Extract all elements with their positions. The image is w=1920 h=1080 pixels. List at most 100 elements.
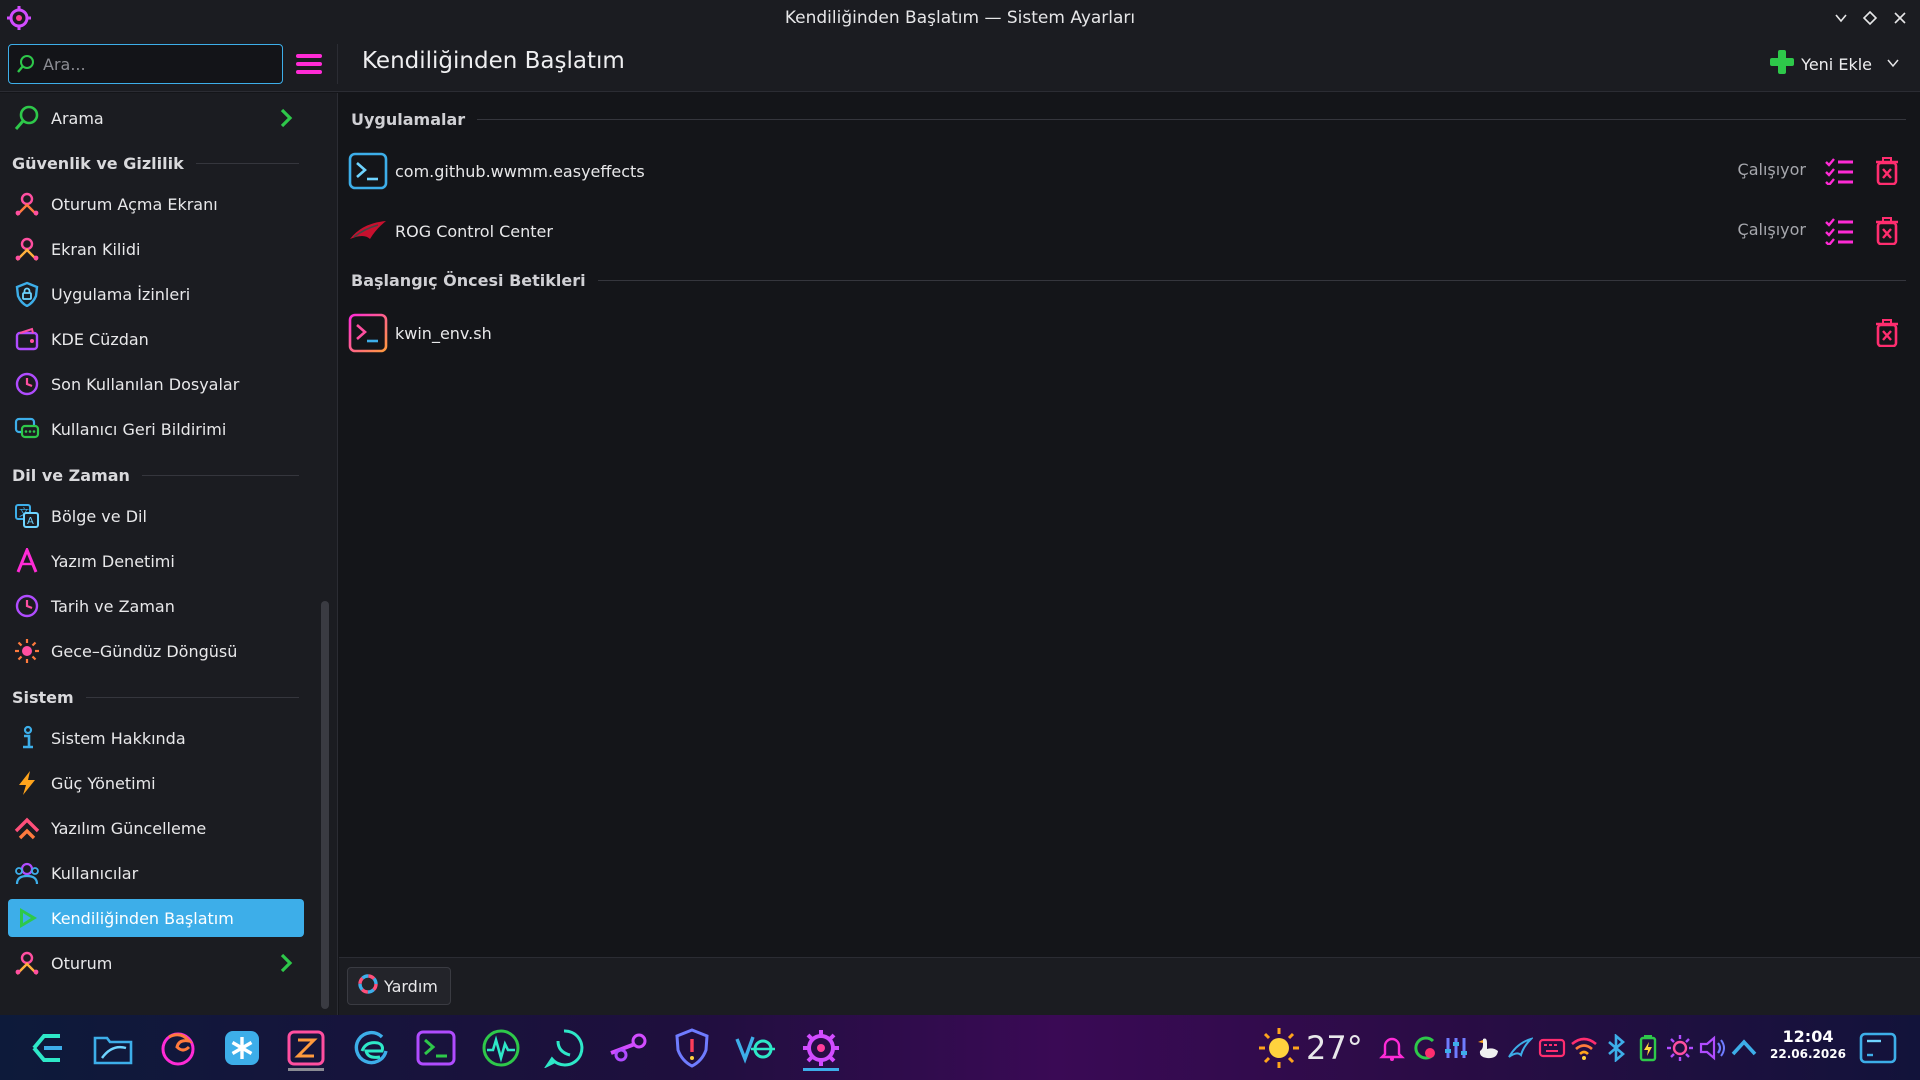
edge-browser-icon[interactable] xyxy=(347,1025,395,1071)
vpn-icon[interactable] xyxy=(732,1025,780,1071)
battery-icon[interactable] xyxy=(1632,1031,1664,1065)
help-label: Yardım xyxy=(384,976,438,996)
kde-connect-tray-icon[interactable] xyxy=(1408,1031,1440,1065)
search-input[interactable] xyxy=(43,54,273,74)
script-terminal-icon xyxy=(347,312,389,354)
dolphin-icon[interactable] xyxy=(89,1025,137,1071)
show-desktop-icon[interactable] xyxy=(1858,1029,1898,1067)
kde-connect-icon[interactable] xyxy=(24,1025,72,1071)
spellcheck-a-icon xyxy=(12,546,42,576)
volume-icon[interactable] xyxy=(1696,1031,1728,1065)
header-divider xyxy=(337,44,338,84)
info-icon xyxy=(12,723,42,753)
sidebar-item-kde-wallet[interactable]: KDE Cüzdan xyxy=(8,320,304,358)
properties-list-icon[interactable] xyxy=(1822,155,1856,187)
page-title: Kendiliğinden Başlatım xyxy=(362,48,625,74)
weather-temperature[interactable]: 27° xyxy=(1306,1029,1363,1067)
sidebar-scrollbar[interactable] xyxy=(316,93,338,1015)
clock-date: 22.06.2026 xyxy=(1770,1047,1846,1061)
entry-name: com.github.wwmm.easyeffects xyxy=(395,161,645,181)
search-box[interactable] xyxy=(8,44,283,84)
sidebar-item-app-permissions[interactable]: Uygulama İzinleri xyxy=(8,275,304,313)
audio-mixer-icon[interactable] xyxy=(1440,1031,1472,1065)
sidebar-item-region-language[interactable]: 文A Bölge ve Dil xyxy=(8,497,304,535)
zed-editor-icon[interactable] xyxy=(282,1025,330,1071)
sidebar-item-night-light[interactable]: Gece–Gündüz Döngüsü xyxy=(8,632,304,670)
brightness-icon[interactable] xyxy=(1664,1031,1696,1065)
sidebar-item-recent-files[interactable]: Son Kullanılan Dosyalar xyxy=(8,365,304,403)
entry-name: kwin_env.sh xyxy=(395,323,492,343)
plus-icon xyxy=(1769,49,1795,79)
active-app-indicator xyxy=(803,1068,839,1071)
notification-bell-icon[interactable] xyxy=(1376,1031,1408,1065)
status-label: Çalışıyor xyxy=(1737,160,1806,179)
section-header-language-time: Dil ve Zaman xyxy=(12,463,299,487)
chevron-right-icon xyxy=(280,953,293,973)
screen-lock-icon xyxy=(12,234,42,264)
lifebuoy-icon xyxy=(358,974,378,998)
sidebar-item-session[interactable]: Oturum xyxy=(8,944,304,982)
autostart-entry[interactable]: com.github.wwmm.easyeffects Çalışıyor xyxy=(347,145,1906,197)
sidebar-item-spell-check[interactable]: Yazım Denetimi xyxy=(8,542,304,580)
sidebar-item-date-time[interactable]: Tarih ve Zaman xyxy=(8,587,304,625)
help-button[interactable]: Yardım xyxy=(347,967,451,1005)
clock[interactable]: 12:04 22.06.2026 xyxy=(1768,1027,1848,1062)
sidebar-item-software-update[interactable]: Yazılım Güncelleme xyxy=(8,809,304,847)
sidebar-item-user-feedback[interactable]: Kullanıcı Geri Bildirimi xyxy=(8,410,304,448)
add-new-button[interactable]: Yeni Ekle xyxy=(1769,46,1900,82)
properties-list-icon[interactable] xyxy=(1822,215,1856,247)
terminal-icon xyxy=(347,150,389,192)
update-arrow-icon xyxy=(12,813,42,843)
minimize-icon[interactable] xyxy=(1829,6,1853,30)
goose-icon[interactable] xyxy=(1472,1031,1504,1065)
clock-icon xyxy=(12,591,42,621)
maximize-icon[interactable] xyxy=(1858,6,1882,30)
system-monitor-icon[interactable] xyxy=(477,1025,525,1071)
scrollbar-thumb[interactable] xyxy=(321,601,329,1009)
delete-trash-icon[interactable] xyxy=(1870,155,1904,187)
shield-lock-icon xyxy=(12,279,42,309)
feedback-chat-icon xyxy=(12,414,42,444)
autostart-play-icon xyxy=(12,903,42,933)
delete-trash-icon[interactable] xyxy=(1870,215,1904,247)
chevron-up-icon[interactable] xyxy=(1728,1031,1760,1065)
sidebar-item-search[interactable]: Arama xyxy=(8,99,304,137)
delete-trash-icon[interactable] xyxy=(1870,317,1904,349)
steam-icon[interactable] xyxy=(604,1025,652,1071)
close-icon[interactable] xyxy=(1888,6,1912,30)
footer-bar: Yardım xyxy=(339,957,1920,1015)
sidebar-item-autostart[interactable]: Kendiliğinden Başlatım xyxy=(8,899,304,937)
system-settings-icon[interactable] xyxy=(797,1025,845,1071)
hamburger-menu-icon[interactable] xyxy=(293,48,325,80)
clock-time: 12:04 xyxy=(1782,1027,1834,1046)
header-bar: Kendiliğinden Başlatım Yeni Ekle xyxy=(0,36,1920,92)
sidebar-item-about-system[interactable]: Sistem Hakkında xyxy=(8,719,304,757)
kde-asterisk-icon[interactable] xyxy=(218,1025,266,1071)
autostart-entry[interactable]: kwin_env.sh xyxy=(347,307,1906,359)
wallet-icon xyxy=(12,324,42,354)
rog-tray-icon[interactable] xyxy=(1504,1031,1536,1065)
sun-icon[interactable] xyxy=(1258,1027,1300,1069)
chevron-right-icon xyxy=(280,108,293,128)
status-label: Çalışıyor xyxy=(1737,220,1806,239)
main-content: Uygulamalar com.github.wwmm.easyeffects … xyxy=(339,93,1920,957)
user-login-icon xyxy=(12,189,42,219)
system-settings-icon[interactable] xyxy=(6,5,32,31)
day-night-icon xyxy=(12,636,42,666)
lightning-bolt-icon xyxy=(12,768,42,798)
bluetooth-icon[interactable] xyxy=(1600,1031,1632,1065)
sidebar-item-power-management[interactable]: Güç Yönetimi xyxy=(8,764,304,802)
section-header-security: Güvenlik ve Gizlilik xyxy=(12,151,299,175)
keyboard-icon[interactable] xyxy=(1536,1031,1568,1065)
search-icon xyxy=(9,45,43,83)
security-shield-icon[interactable] xyxy=(668,1025,716,1071)
sidebar-item-users[interactable]: Kullanıcılar xyxy=(8,854,304,892)
whatsapp-icon[interactable] xyxy=(540,1025,588,1071)
clock-history-icon xyxy=(12,369,42,399)
autostart-entry[interactable]: ROG Control Center Çalışıyor xyxy=(347,205,1906,257)
wifi-icon[interactable] xyxy=(1568,1031,1600,1065)
terminal-icon[interactable] xyxy=(412,1025,460,1071)
sidebar-item-screen-lock[interactable]: Ekran Kilidi xyxy=(8,230,304,268)
sidebar-item-login-screen[interactable]: Oturum Açma Ekranı xyxy=(8,185,304,223)
firefox-icon[interactable] xyxy=(154,1025,202,1071)
